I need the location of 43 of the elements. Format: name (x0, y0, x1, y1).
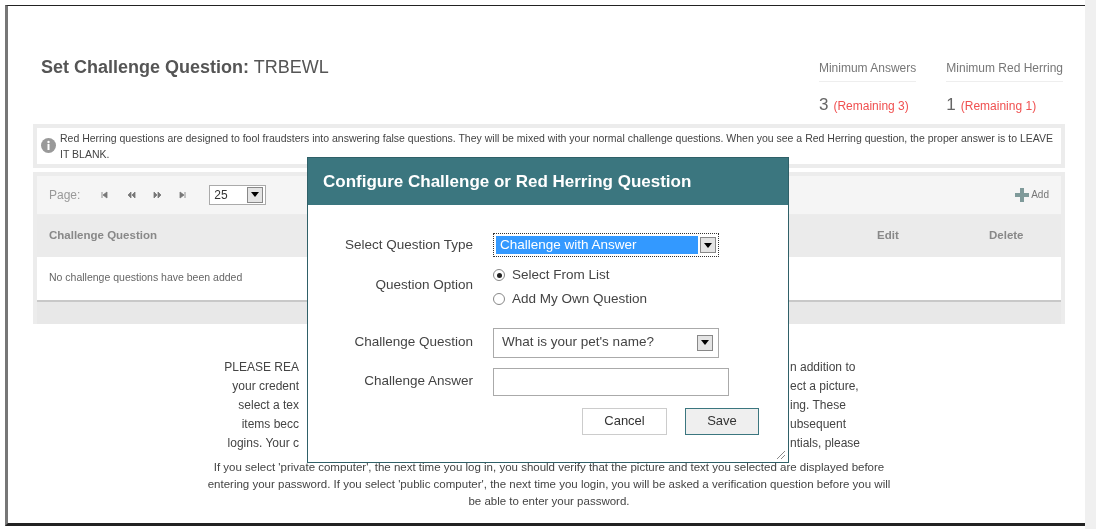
page-title: Set Challenge Question: TRBEWL (40, 56, 329, 79)
column-header: Challenge Question (49, 227, 157, 243)
remaining-count: (Remaining 1) (960, 98, 1037, 115)
notice-line-fragment: ect a picture, (790, 377, 859, 395)
empty-message: No challenge questions have been added (49, 270, 243, 286)
field-label: Challenge Question (353, 333, 473, 352)
resize-grip-icon (776, 450, 786, 460)
stat-value: 3 (818, 94, 829, 116)
notice-line-fragment: items becc (240, 415, 299, 433)
stat-label: Minimum Answers (818, 59, 917, 82)
plus-icon (1015, 187, 1030, 202)
add-button[interactable]: Add (1015, 187, 1049, 202)
first-page-icon[interactable] (101, 190, 111, 199)
next-page-icon[interactable] (153, 190, 163, 199)
info-icon (41, 137, 56, 153)
stat-value: 1 (946, 94, 956, 116)
prev-page-icon[interactable] (127, 190, 137, 199)
column-header: Delete (989, 227, 1025, 243)
challenge-question-select[interactable]: What is your pet's name? (493, 327, 719, 358)
page-label: Page: (49, 186, 81, 204)
remaining-count: (Remaining 3) (833, 98, 909, 115)
field-label: Select Question Type (343, 235, 473, 254)
radio-option[interactable]: Select From List (493, 265, 788, 286)
notice-line-fragment: your credent (231, 377, 299, 395)
stat-label: Minimum Red Herring (946, 59, 1063, 82)
notice-line-fragment: logins. Your c (226, 434, 299, 452)
column-header: Edit (877, 227, 900, 243)
save-button[interactable]: Save (685, 407, 759, 435)
field-label: Challenge Answer (363, 372, 473, 391)
last-page-icon[interactable] (179, 190, 189, 199)
notice-line-fragment: ing. These (790, 396, 846, 414)
cancel-button[interactable]: Cancel (582, 407, 667, 435)
notice-line-fragment: PLEASE REA (223, 358, 299, 376)
page-size-select[interactable]: 25 (209, 184, 267, 205)
notice-paragraph: If you select 'private computer', the next time you log in, you should verify that the picture and text you selected are displayed before entering your password. If you select 'public computer', the next time you login, you will be asked a verification question before you will be able to enter your password. (206, 459, 892, 509)
field-label: Question Option (374, 276, 473, 294)
notice-line-fragment: ubsequent (790, 415, 847, 433)
notice-line-fragment: select a tex (237, 396, 299, 414)
radio-option[interactable]: Add My Own Question (493, 289, 788, 310)
notice-line-fragment: ntials, please (790, 434, 861, 452)
notice-line-fragment: n addition to (790, 358, 856, 376)
answer-field[interactable] (493, 367, 729, 396)
dialog-title: Configure Challenge or Red Herring Question (308, 158, 788, 205)
